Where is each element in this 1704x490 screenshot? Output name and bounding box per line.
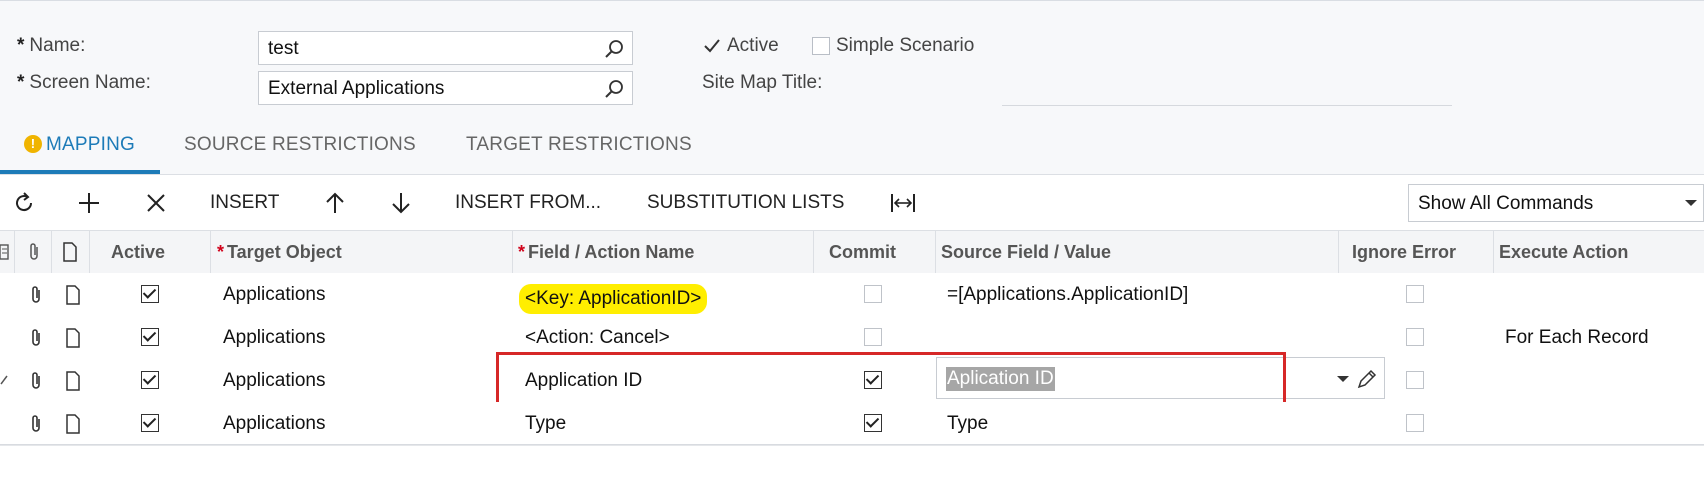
grid-bottom-border — [0, 444, 1704, 445]
column-header-target-object[interactable]: * Target Object — [217, 242, 342, 263]
check-icon — [704, 39, 720, 53]
edit-row-indicator-icon — [0, 375, 8, 385]
source-field-value-cell[interactable]: Type — [947, 413, 988, 435]
attachment-icon[interactable] — [27, 328, 45, 348]
annotation-highlight-frame — [496, 352, 1286, 409]
active-checkbox[interactable] — [141, 285, 159, 303]
warning-icon: ! — [24, 135, 42, 153]
column-divider — [1338, 231, 1339, 273]
refresh-icon[interactable] — [12, 191, 36, 215]
tab-mapping[interactable]: ! MAPPING — [24, 134, 135, 156]
field-action-name-cell[interactable]: Type — [525, 413, 566, 435]
attachment-icon[interactable] — [27, 414, 45, 434]
screen-name-label: * Screen Name: — [17, 72, 151, 93]
column-divider — [14, 231, 15, 273]
name-field-value: test — [268, 38, 299, 59]
name-label: * Name: — [17, 35, 86, 56]
commit-checkbox[interactable] — [864, 285, 882, 303]
search-icon[interactable] — [604, 79, 624, 99]
active-checkbox[interactable] — [141, 414, 159, 432]
arrow-down-icon[interactable] — [389, 191, 413, 215]
column-divider — [51, 231, 52, 273]
active-checkbox[interactable] — [141, 371, 159, 389]
target-object-cell[interactable]: Applications — [223, 370, 325, 392]
simple-scenario-box[interactable] — [812, 37, 830, 55]
active-label: Active — [727, 35, 779, 56]
delete-icon[interactable] — [144, 191, 168, 215]
grid-toolbar: INSERT INSERT FROM... SUBSTITUTION LISTS… — [0, 175, 1704, 231]
table-row[interactable]: Applications <Key: ApplicationID> =[Appl… — [0, 273, 1704, 317]
name-field[interactable]: test — [258, 31, 633, 65]
screen-name-field-value: External Applications — [268, 78, 445, 99]
target-object-cell[interactable]: Applications — [223, 284, 325, 306]
target-object-cell[interactable]: Applications — [223, 413, 325, 435]
column-header-commit[interactable]: Commit — [829, 242, 896, 263]
simple-scenario-checkbox[interactable]: Simple Scenario — [812, 35, 974, 57]
pencil-icon[interactable] — [1356, 368, 1378, 390]
table-row[interactable]: Applications Type Type — [0, 402, 1704, 446]
column-header-source-field-value[interactable]: Source Field / Value — [941, 242, 1111, 263]
fit-columns-icon[interactable] — [890, 191, 916, 215]
note-icon[interactable] — [64, 285, 82, 305]
attachment-icon[interactable] — [27, 285, 45, 305]
grid-header: Active * Target Object * Field / Action Na… — [0, 231, 1704, 274]
ignore-error-checkbox[interactable] — [1406, 414, 1424, 432]
search-icon[interactable] — [604, 39, 624, 59]
arrow-up-icon[interactable] — [323, 191, 347, 215]
commands-select-value: Show All Commands — [1418, 193, 1594, 214]
column-divider — [1493, 231, 1494, 273]
column-divider — [512, 231, 513, 273]
attachment-icon — [30, 243, 38, 260]
note-icon[interactable] — [64, 414, 82, 434]
column-header-ignore-error[interactable]: Ignore Error — [1352, 242, 1456, 263]
ignore-error-checkbox[interactable] — [1406, 328, 1424, 346]
row-selector-icon[interactable] — [0, 243, 10, 261]
active-checkbox[interactable] — [141, 328, 159, 346]
field-action-name-cell[interactable]: <Action: Cancel> — [525, 327, 670, 349]
chevron-down-icon[interactable] — [1685, 200, 1697, 206]
commit-checkbox[interactable] — [864, 414, 882, 432]
substitution-lists-button[interactable]: SUBSTITUTION LISTS — [647, 192, 844, 214]
ignore-error-checkbox[interactable] — [1406, 285, 1424, 303]
note-icon — [63, 242, 77, 262]
simple-scenario-label: Simple Scenario — [836, 35, 975, 56]
note-icon[interactable] — [64, 328, 82, 348]
screen-name-field[interactable]: External Applications — [258, 71, 633, 105]
site-map-title-field[interactable] — [1002, 105, 1452, 106]
chevron-down-icon[interactable] — [1337, 376, 1349, 382]
column-divider — [813, 231, 814, 273]
commit-checkbox[interactable] — [864, 328, 882, 346]
column-divider — [935, 231, 936, 273]
column-header-execute-action[interactable]: Execute Action — [1499, 242, 1628, 263]
active-checkbox[interactable]: Active — [703, 35, 779, 57]
column-header-field-action-name[interactable]: * Field / Action Name — [518, 242, 694, 263]
execute-action-cell[interactable]: For Each Record — [1505, 327, 1649, 349]
source-field-value-cell[interactable]: =[Applications.ApplicationID] — [947, 284, 1188, 306]
site-map-title-label: Site Map Title: — [702, 72, 823, 93]
tab-source-restrictions[interactable]: SOURCE RESTRICTIONS — [184, 134, 416, 156]
insert-button[interactable]: INSERT — [210, 192, 279, 214]
ignore-error-checkbox[interactable] — [1406, 371, 1424, 389]
target-object-cell[interactable]: Applications — [223, 327, 325, 349]
tab-bar: ! MAPPING SOURCE RESTRICTIONS TARGET REST… — [0, 120, 1704, 175]
add-icon[interactable] — [77, 191, 101, 215]
note-icon[interactable] — [64, 371, 82, 391]
column-header-active[interactable]: Active — [111, 242, 165, 263]
commands-select[interactable]: Show All Commands — [1408, 184, 1704, 222]
column-divider — [210, 231, 211, 273]
field-action-name-cell[interactable]: <Key: ApplicationID> — [519, 284, 708, 314]
insert-from-button[interactable]: INSERT FROM... — [455, 192, 601, 214]
attachment-icon[interactable] — [27, 371, 45, 391]
tab-target-restrictions[interactable]: TARGET RESTRICTIONS — [466, 134, 692, 156]
column-divider — [89, 231, 90, 273]
